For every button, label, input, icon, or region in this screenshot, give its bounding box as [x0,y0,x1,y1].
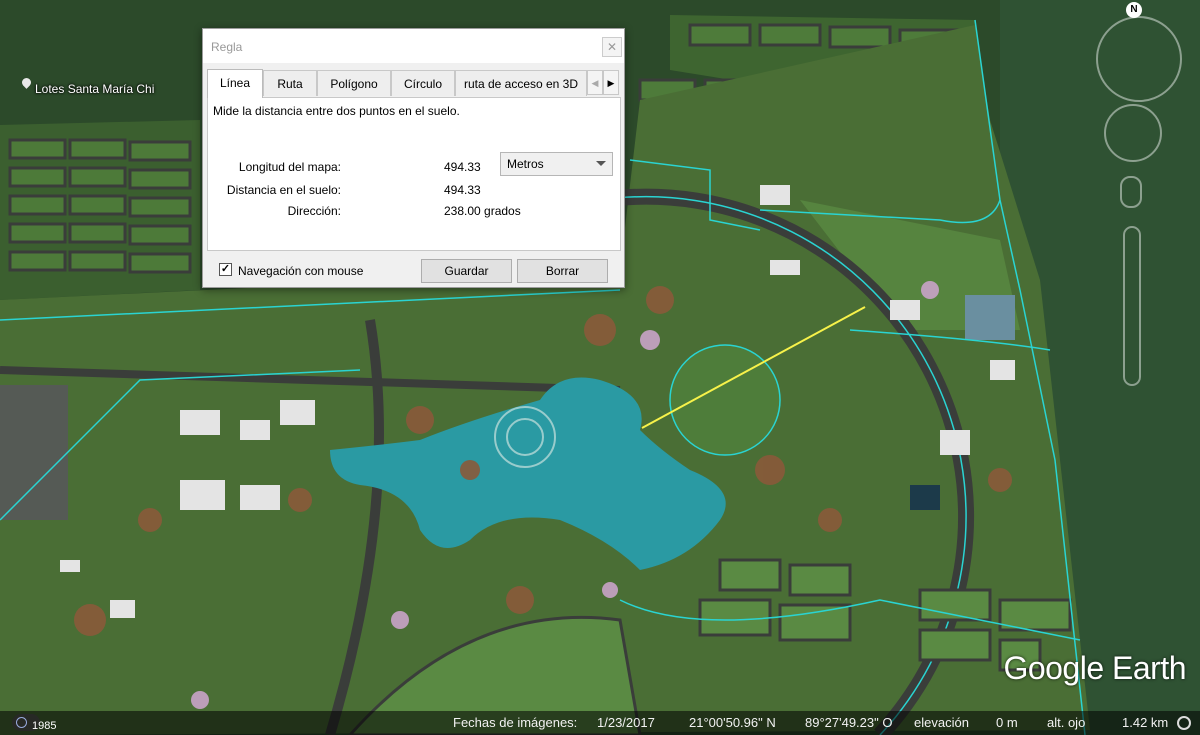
tool-description: Mide la distancia entre dos puntos en el… [213,104,460,118]
ground-distance-label: Distancia en el suelo: [226,183,341,197]
imagery-date-label: Fechas de imágenes: [453,715,578,730]
place-label-text: Lotes Santa María Chi [35,82,155,96]
dialog-titlebar[interactable]: Regla ✕ [203,29,624,63]
status-bar: 1985 Fechas de imágenes: 1/23/2017 21°00… [0,711,1200,735]
eye-altitude-label: alt. ojo [1047,715,1086,730]
chevron-down-icon [596,161,606,166]
compass-north-icon[interactable]: N [1126,2,1142,18]
tab-scroll-left-icon[interactable]: ◀ [587,70,603,95]
tab-circle[interactable]: Círculo [391,70,455,96]
save-button[interactable]: Guardar [421,259,512,283]
longitude: 89°27'49.23" O [805,715,893,730]
status-indicator-icon [1177,716,1191,730]
historical-imagery-button[interactable]: 1985 [12,714,56,732]
imagery-date: 1/23/2017 [597,715,655,730]
heading-value: 238.00 grados [444,204,521,218]
mouse-navigation-checkbox[interactable]: ✓ [219,263,232,276]
look-joystick[interactable] [1104,104,1162,162]
google-earth-logo: Google Earth [1003,650,1186,686]
zoom-slider[interactable] [1123,226,1141,386]
imagery-year: 1985 [32,720,57,732]
ruler-tabs: Línea Ruta Polígono Círculo ruta de acce… [207,69,621,98]
clear-button[interactable]: Borrar [517,259,608,283]
heading-label: Dirección: [287,204,341,218]
tab-path[interactable]: Ruta [263,70,317,96]
place-label-marker[interactable]: Lotes Santa María Chi [20,75,155,96]
units-dropdown[interactable]: Metros [500,152,613,176]
tab-scroll-right-icon[interactable]: ▶ [603,70,619,95]
dialog-footer: ✓ Navegación con mouse Guardar Borrar [203,253,624,287]
ruler-dialog: Regla ✕ Línea Ruta Polígono Círculo ruta… [202,28,625,288]
map-length-label: Longitud del mapa: [238,160,341,174]
dialog-title: Regla [211,40,243,54]
mouse-navigation-label[interactable]: Navegación con mouse [238,264,363,278]
clock-icon [16,717,27,728]
tab-3d-path[interactable]: ruta de acceso en 3D [455,70,587,96]
map-length-value: 494.33 [444,160,481,174]
compass-ring[interactable] [1096,16,1182,102]
line-tab-panel: Mide la distancia entre dos puntos en el… [207,97,621,251]
elevation-value: 0 m [996,715,1018,730]
ground-distance-value: 494.33 [444,183,481,197]
navigation-controls[interactable]: N [1090,0,1200,400]
elevation-label: elevación [914,715,969,730]
close-icon[interactable]: ✕ [602,37,622,57]
tab-polygon[interactable]: Polígono [317,70,391,96]
tab-line[interactable]: Línea [207,69,263,98]
units-selected: Metros [507,157,544,171]
latitude: 21°00'50.96" N [689,715,776,730]
street-view-pegman-icon[interactable] [1120,176,1142,208]
eye-altitude-value: 1.42 km [1122,715,1169,730]
